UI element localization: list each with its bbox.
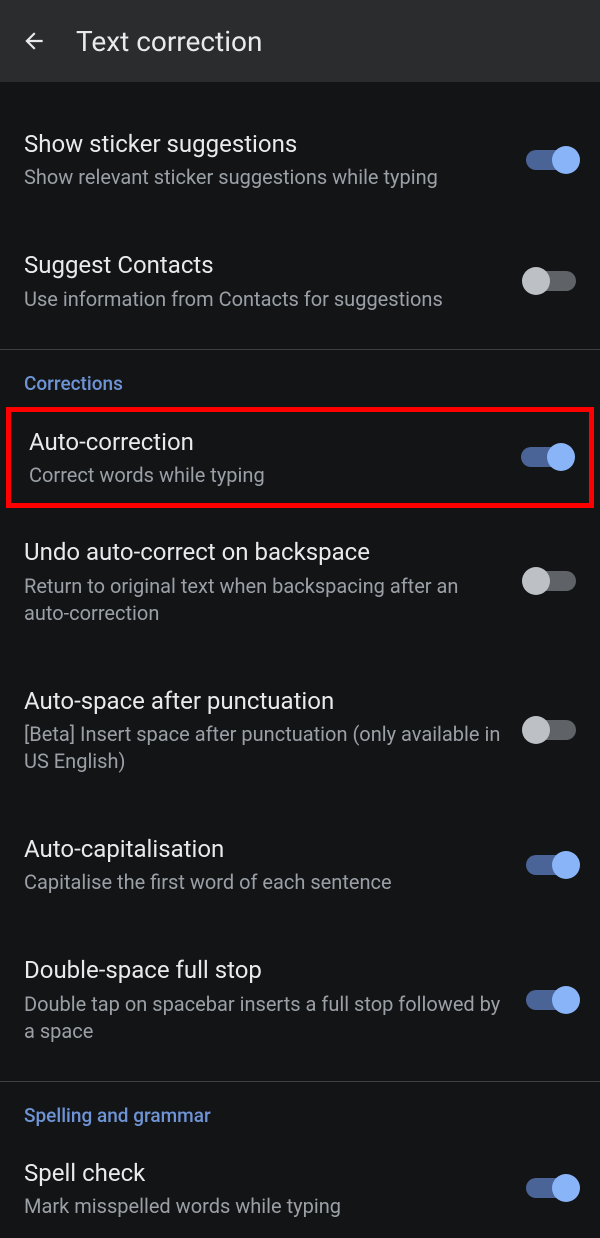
setting-subtitle: [Beta] Insert space after punctuation (o… [24,721,506,775]
setting-auto-space[interactable]: Auto-space after punctuation [Beta] Inse… [0,667,600,793]
setting-text: Double-space full stop Double tap on spa… [24,954,526,1044]
setting-title: Undo auto-correct on backspace [24,536,506,568]
setting-title: Auto-capitalisation [24,833,506,865]
setting-title: Spell check [24,1157,506,1189]
header: Text correction [0,0,600,82]
setting-subtitle: Return to original text when backspacing… [24,573,506,627]
setting-title: Auto-space after punctuation [24,685,506,717]
setting-auto-capitalisation[interactable]: Auto-capitalisation Capitalise the first… [0,815,600,914]
setting-subtitle: Double tap on spacebar inserts a full st… [24,991,506,1045]
back-arrow-icon[interactable] [20,27,48,55]
setting-text: Undo auto-correct on backspace Return to… [24,536,526,626]
toggle-switch[interactable] [526,855,576,875]
setting-subtitle: Capitalise the first word of each senten… [24,869,506,896]
section-header-spelling: Spelling and grammar [0,1082,600,1139]
toggle-switch[interactable] [526,990,576,1010]
toggle-switch[interactable] [526,571,576,591]
setting-title: Double-space full stop [24,954,506,986]
setting-double-space[interactable]: Double-space full stop Double tap on spa… [0,936,600,1062]
setting-auto-correction[interactable]: Auto-correction Correct words while typi… [29,426,571,489]
setting-text: Auto-correction Correct words while typi… [29,426,521,489]
toggle-switch[interactable] [526,150,576,170]
setting-title: Suggest Contacts [24,249,506,281]
setting-text: Auto-capitalisation Capitalise the first… [24,833,526,896]
toggle-switch[interactable] [526,271,576,291]
setting-text: Auto-space after punctuation [Beta] Inse… [24,685,526,775]
setting-undo-autocorrect[interactable]: Undo auto-correct on backspace Return to… [0,518,600,644]
setting-subtitle: Show relevant sticker suggestions while … [24,164,506,191]
setting-title: Show sticker suggestions [24,128,506,160]
settings-list: Show sticker suggestions Show relevant s… [0,82,600,1238]
setting-suggest-contacts[interactable]: Suggest Contacts Use information from Co… [0,231,600,330]
toggle-switch[interactable] [526,720,576,740]
highlight-box: Auto-correction Correct words while typi… [6,407,594,508]
setting-text: Suggest Contacts Use information from Co… [24,249,526,312]
setting-sticker-suggestions[interactable]: Show sticker suggestions Show relevant s… [0,110,600,209]
setting-subtitle: Correct words while typing [29,462,501,489]
section-header-corrections: Corrections [0,350,600,407]
setting-text: Spell check Mark misspelled words while … [24,1157,526,1220]
toggle-switch[interactable] [526,1178,576,1198]
toggle-switch[interactable] [521,447,571,467]
setting-text: Show sticker suggestions Show relevant s… [24,128,526,191]
setting-title: Auto-correction [29,426,501,458]
page-title: Text correction [76,25,262,58]
setting-subtitle: Use information from Contacts for sugges… [24,286,506,313]
setting-subtitle: Mark misspelled words while typing [24,1193,506,1220]
setting-spell-check[interactable]: Spell check Mark misspelled words while … [0,1139,600,1238]
